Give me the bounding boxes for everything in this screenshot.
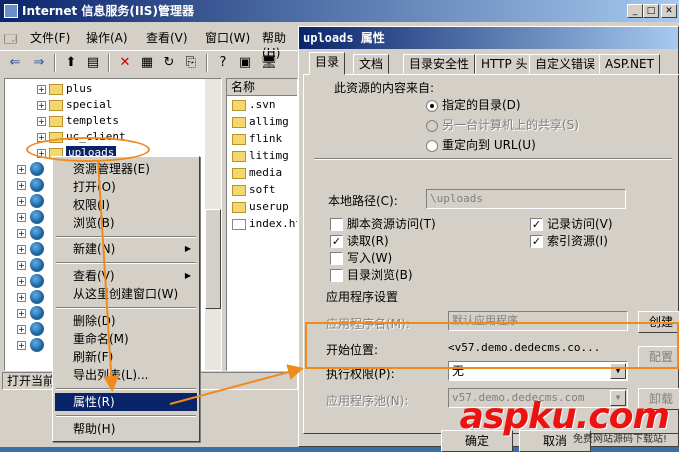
watermark-subtitle: 免费网站源码下载站! (572, 434, 667, 445)
arrow-to-properties (97, 159, 120, 392)
tab-directory[interactable]: 目录 (309, 52, 346, 75)
arrow-to-exec-perm (169, 364, 304, 405)
